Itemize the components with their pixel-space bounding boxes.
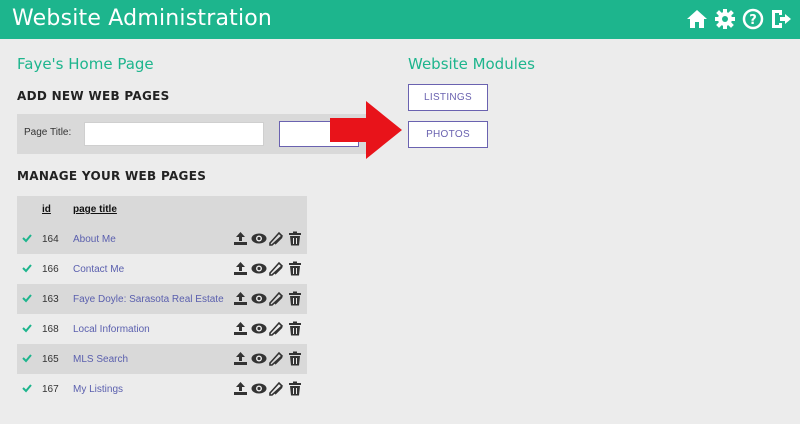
row-page-title-link[interactable]: About Me [73, 234, 116, 245]
delete-icon[interactable] [286, 350, 303, 367]
photos-module-button[interactable]: PHOTOS [408, 121, 488, 148]
modules-heading: Website Modules [408, 55, 535, 73]
delete-icon[interactable] [286, 260, 303, 277]
edit-icon[interactable] [268, 230, 285, 247]
row-actions [232, 380, 303, 397]
row-actions [232, 350, 303, 367]
manage-pages-heading: MANAGE YOUR WEB PAGES [17, 169, 207, 183]
pages-table: id page title 164 About Me 166 Contact Me 16… [17, 196, 307, 404]
edit-icon[interactable] [268, 290, 285, 307]
check-icon [22, 234, 32, 243]
table-row: 164 About Me [17, 224, 307, 254]
upload-icon[interactable] [232, 290, 249, 307]
view-icon[interactable] [250, 230, 267, 247]
check-icon [22, 264, 32, 273]
row-id: 168 [42, 324, 59, 335]
check-icon [22, 384, 32, 393]
delete-icon[interactable] [286, 380, 303, 397]
upload-icon[interactable] [232, 350, 249, 367]
check-icon [22, 354, 32, 363]
check-icon [22, 294, 32, 303]
listings-module-button[interactable]: LISTINGS [408, 84, 488, 111]
add-page-form: Page Title: [17, 114, 366, 154]
edit-icon[interactable] [268, 320, 285, 337]
row-id: 165 [42, 354, 59, 365]
table-row: 165 MLS Search [17, 344, 307, 374]
table-row: 167 My Listings [17, 374, 307, 404]
gear-icon[interactable] [714, 7, 736, 31]
view-icon[interactable] [250, 350, 267, 367]
svg-text:?: ? [749, 13, 757, 28]
home-icon[interactable] [686, 7, 708, 31]
edit-icon[interactable] [268, 380, 285, 397]
row-actions [232, 290, 303, 307]
row-actions [232, 320, 303, 337]
app-title: Website Administration [12, 6, 273, 31]
row-actions [232, 230, 303, 247]
page-title-input[interactable] [84, 122, 264, 146]
row-id: 166 [42, 264, 59, 275]
page-title-label: Page Title: [24, 127, 72, 138]
add-pages-heading: ADD NEW WEB PAGES [17, 89, 170, 103]
delete-icon[interactable] [286, 230, 303, 247]
upload-icon[interactable] [232, 230, 249, 247]
view-icon[interactable] [250, 320, 267, 337]
table-row: 163 Faye Doyle: Sarasota Real Estate [17, 284, 307, 314]
logout-icon[interactable] [770, 7, 792, 31]
header-icons: ? [686, 7, 792, 31]
view-icon[interactable] [250, 380, 267, 397]
edit-icon[interactable] [268, 350, 285, 367]
delete-icon[interactable] [286, 320, 303, 337]
row-page-title-link[interactable]: Faye Doyle: Sarasota Real Estate [73, 294, 224, 305]
delete-icon[interactable] [286, 290, 303, 307]
row-page-title-link[interactable]: My Listings [73, 384, 123, 395]
upload-icon[interactable] [232, 380, 249, 397]
table-row: 168 Local Information [17, 314, 307, 344]
row-page-title-link[interactable]: MLS Search [73, 354, 128, 365]
help-icon[interactable]: ? [742, 7, 764, 31]
row-id: 163 [42, 294, 59, 305]
upload-icon[interactable] [232, 260, 249, 277]
header-bar: Website Administration ? [0, 0, 800, 39]
home-page-heading: Faye's Home Page [17, 55, 154, 73]
row-actions [232, 260, 303, 277]
edit-icon[interactable] [268, 260, 285, 277]
table-header: id page title [17, 196, 307, 224]
row-id: 167 [42, 384, 59, 395]
view-icon[interactable] [250, 290, 267, 307]
column-header-page-title[interactable]: page title [73, 204, 117, 215]
red-arrow-icon [330, 101, 402, 159]
view-icon[interactable] [250, 260, 267, 277]
upload-icon[interactable] [232, 320, 249, 337]
row-id: 164 [42, 234, 59, 245]
row-page-title-link[interactable]: Local Information [73, 324, 150, 335]
column-header-id[interactable]: id [42, 204, 51, 215]
check-icon [22, 324, 32, 333]
row-page-title-link[interactable]: Contact Me [73, 264, 124, 275]
table-row: 166 Contact Me [17, 254, 307, 284]
